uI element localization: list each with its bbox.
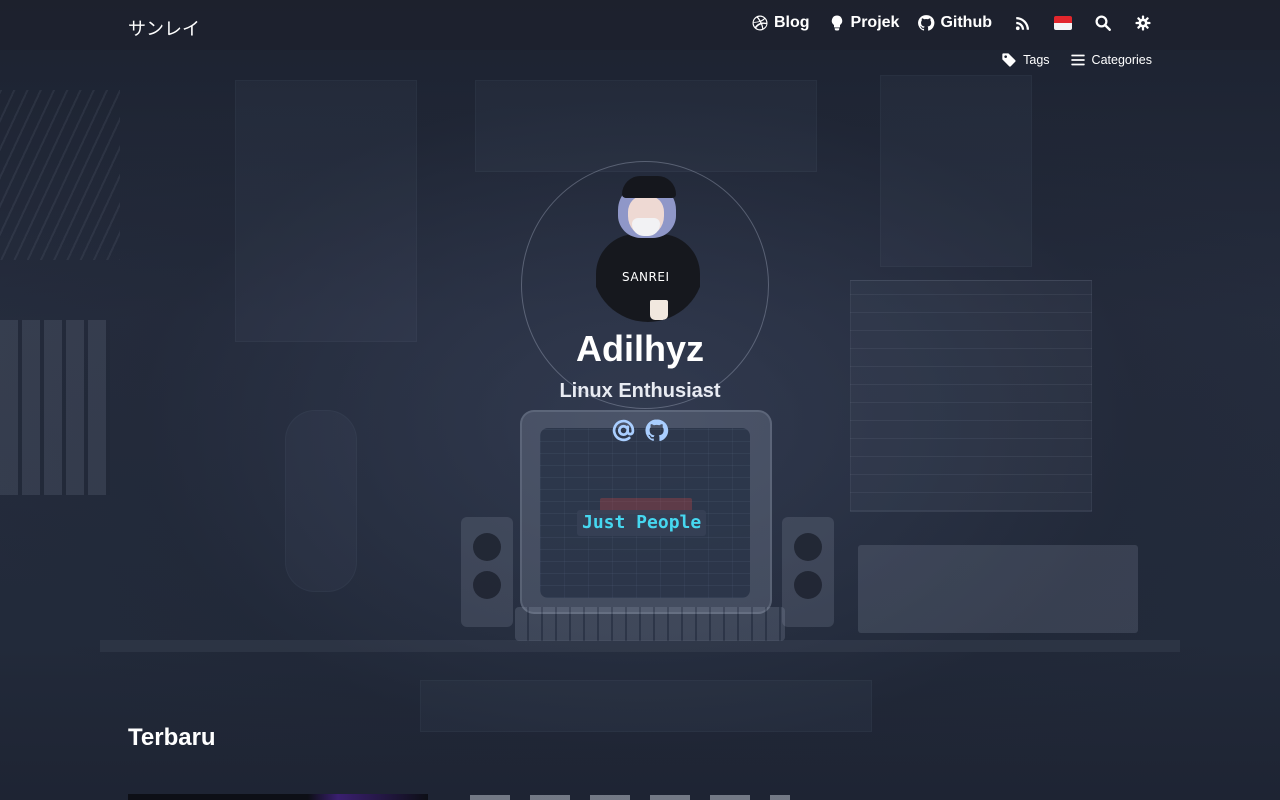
- background-amplifier: [858, 545, 1138, 633]
- tags-link[interactable]: Tags: [1001, 52, 1050, 68]
- site-brand-link[interactable]: サンレイ: [128, 15, 200, 41]
- indonesia-flag-icon: [1054, 16, 1072, 30]
- email-link[interactable]: [611, 418, 636, 443]
- language-switch-button[interactable]: [1054, 16, 1072, 30]
- tags-label: Tags: [1023, 53, 1050, 67]
- latest-posts-heading: Terbaru: [128, 724, 216, 751]
- avatar-hoodie-text: SANREI: [622, 270, 670, 284]
- profile-code-text: Just People: [577, 510, 707, 536]
- github-icon: [918, 15, 935, 31]
- nav-github-label: Github: [940, 14, 992, 31]
- menu-icon: [1070, 54, 1085, 66]
- avatar: SANREI: [592, 172, 704, 322]
- post-thumbnail[interactable]: [128, 794, 428, 800]
- github-social-link[interactable]: [644, 418, 669, 443]
- gear-icon: [1135, 15, 1151, 31]
- categories-label: Categories: [1091, 53, 1152, 67]
- rss-button[interactable]: [1014, 14, 1032, 32]
- dribbble-icon: [752, 15, 768, 31]
- tag-icon: [1002, 53, 1016, 67]
- lightbulb-icon: [831, 15, 842, 31]
- search-icon: [1095, 15, 1111, 31]
- social-links: [611, 418, 669, 443]
- github-icon: [645, 419, 669, 442]
- nav-item-github[interactable]: Github: [917, 14, 992, 32]
- background-desk: [100, 640, 1180, 652]
- email-icon: [612, 419, 635, 442]
- nav-projek-label: Projek: [850, 14, 900, 31]
- background-lamp: [285, 410, 357, 592]
- profile-subtitle: Linux Enthusiast: [559, 380, 721, 402]
- background-poster: [235, 80, 417, 342]
- nav-item-blog[interactable]: Blog: [751, 14, 810, 32]
- background-speaker-right: [782, 517, 834, 627]
- sub-nav: Tags Categories: [981, 52, 1152, 68]
- background-speaker-left: [461, 517, 513, 627]
- background-paper: [880, 75, 1032, 267]
- background-shelf: [0, 90, 120, 260]
- search-button[interactable]: [1094, 14, 1112, 32]
- background-poster-star-map: [475, 80, 817, 172]
- rss-icon: [1015, 17, 1029, 31]
- background-keyboard: [515, 607, 785, 641]
- background-lower-keyboard: [420, 680, 872, 732]
- nav-item-projek[interactable]: Projek: [828, 14, 900, 32]
- categories-link[interactable]: Categories: [1070, 52, 1152, 68]
- profile-name: Adilhyz: [575, 328, 704, 369]
- top-navbar: サンレイ Blog Projek Github: [0, 0, 1280, 50]
- theme-toggle-button[interactable]: [1134, 14, 1152, 32]
- nav-blog-label: Blog: [773, 14, 810, 31]
- post-title-preview[interactable]: [470, 795, 790, 800]
- main-nav: Blog Projek Github: [733, 14, 1152, 32]
